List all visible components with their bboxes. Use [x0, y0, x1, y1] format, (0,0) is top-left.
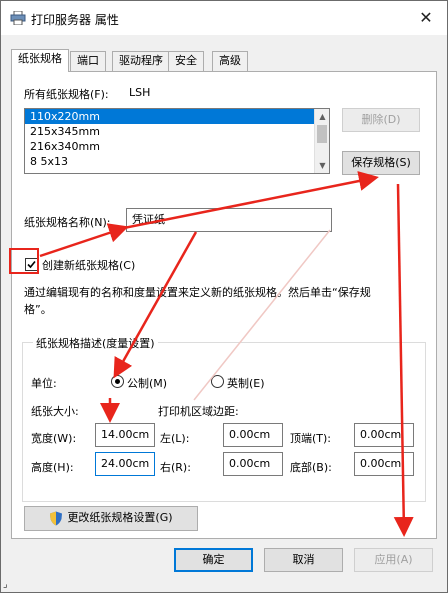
paper-size-label: 纸张大小: [31, 405, 79, 418]
tab-drivers[interactable]: 驱动程序 [112, 51, 170, 71]
forms-tab-panel: 所有纸张规格(F): LSH 110x220mm 215x345mm 216x3… [11, 71, 437, 539]
create-new-form-checkbox[interactable] [25, 258, 38, 271]
forms-listbox[interactable]: 110x220mm 215x345mm 216x340mm 8 5x13 ▲ ▼ [24, 108, 330, 174]
print-server-properties-window: 打印服务器 属性 ✕ 纸张规格 端口 驱动程序 安全 高级 所有纸张规格(F):… [0, 0, 448, 593]
change-form-settings-button[interactable]: 更改纸张规格设置(G) [24, 506, 198, 531]
height-label: 高度(H): [31, 461, 74, 474]
scroll-thumb[interactable] [317, 125, 327, 143]
ok-button[interactable]: 确定 [174, 548, 253, 572]
server-name: LSH [129, 86, 151, 99]
bottom-margin-input[interactable]: 0.00cm [354, 452, 414, 476]
list-item[interactable]: 110x220mm [25, 109, 329, 124]
save-form-button[interactable]: 保存规格(S) [342, 151, 420, 175]
width-input[interactable]: 14.00cm [95, 423, 155, 447]
printer-icon [10, 11, 26, 25]
tab-forms[interactable]: 纸张规格 [11, 49, 69, 72]
create-new-form-label: 创建新纸张规格(C) [42, 259, 136, 272]
list-item[interactable]: 215x345mm [25, 124, 329, 139]
measurements-group-title: 纸张规格描述(度量设置) [33, 335, 158, 351]
cancel-button[interactable]: 取消 [264, 548, 343, 572]
scroll-up-icon[interactable]: ▲ [315, 109, 329, 124]
tab-security[interactable]: 安全 [168, 51, 204, 71]
change-form-settings-label: 更改纸张规格设置(G) [67, 511, 173, 524]
form-name-input[interactable]: 凭证纸 [126, 208, 332, 232]
right-margin-input[interactable]: 0.00cm [223, 452, 283, 476]
delete-button[interactable]: 删除(D) [342, 108, 420, 132]
top-margin-input[interactable]: 0.00cm [354, 423, 414, 447]
all-forms-label: 所有纸张规格(F): [24, 88, 109, 101]
english-label: 英制(E) [227, 377, 265, 390]
checkmark-icon [27, 260, 36, 269]
tab-ports[interactable]: 端口 [70, 51, 106, 71]
metric-label: 公制(M) [127, 377, 168, 390]
window-resize-grip-icon: ⌟ [3, 579, 8, 590]
dialog-footer: 确定 取消 应用(A) ⌟ [1, 539, 447, 592]
unit-label: 单位: [31, 377, 57, 390]
admin-shield-icon [50, 511, 62, 526]
width-label: 宽度(W): [31, 432, 77, 445]
title-bar: 打印服务器 属性 ✕ [1, 1, 447, 35]
printer-margins-label: 打印机区域边距: [158, 405, 239, 418]
measurements-group: 纸张规格描述(度量设置) 单位: 公制(M) 英制(E) 纸张大小: 打印机区域… [22, 335, 426, 502]
left-margin-input[interactable]: 0.00cm [223, 423, 283, 447]
list-item[interactable]: 216x340mm [25, 139, 329, 154]
height-input[interactable]: 24.00cm [95, 452, 155, 476]
english-radio[interactable] [211, 375, 224, 388]
list-item[interactable]: 8 5x13 [25, 154, 329, 169]
right-margin-label: 右(R): [160, 461, 191, 474]
listbox-scrollbar[interactable]: ▲ ▼ [314, 109, 329, 173]
apply-button[interactable]: 应用(A) [354, 548, 433, 572]
form-name-label: 纸张规格名称(N): [24, 216, 111, 229]
radio-selected-dot [115, 379, 120, 384]
scroll-down-icon[interactable]: ▼ [315, 158, 329, 173]
close-icon[interactable]: ✕ [411, 5, 441, 31]
window-title: 打印服务器 属性 [31, 13, 119, 27]
instruction-text: 通过编辑现有的名称和度量设置来定义新的纸张规格。然后单击“保存规格”。 [24, 286, 371, 316]
metric-radio[interactable] [111, 375, 124, 388]
left-margin-label: 左(L): [160, 432, 190, 445]
bottom-margin-label: 底部(B): [290, 461, 332, 474]
tab-advanced[interactable]: 高级 [212, 51, 248, 71]
top-margin-label: 顶端(T): [290, 432, 332, 445]
